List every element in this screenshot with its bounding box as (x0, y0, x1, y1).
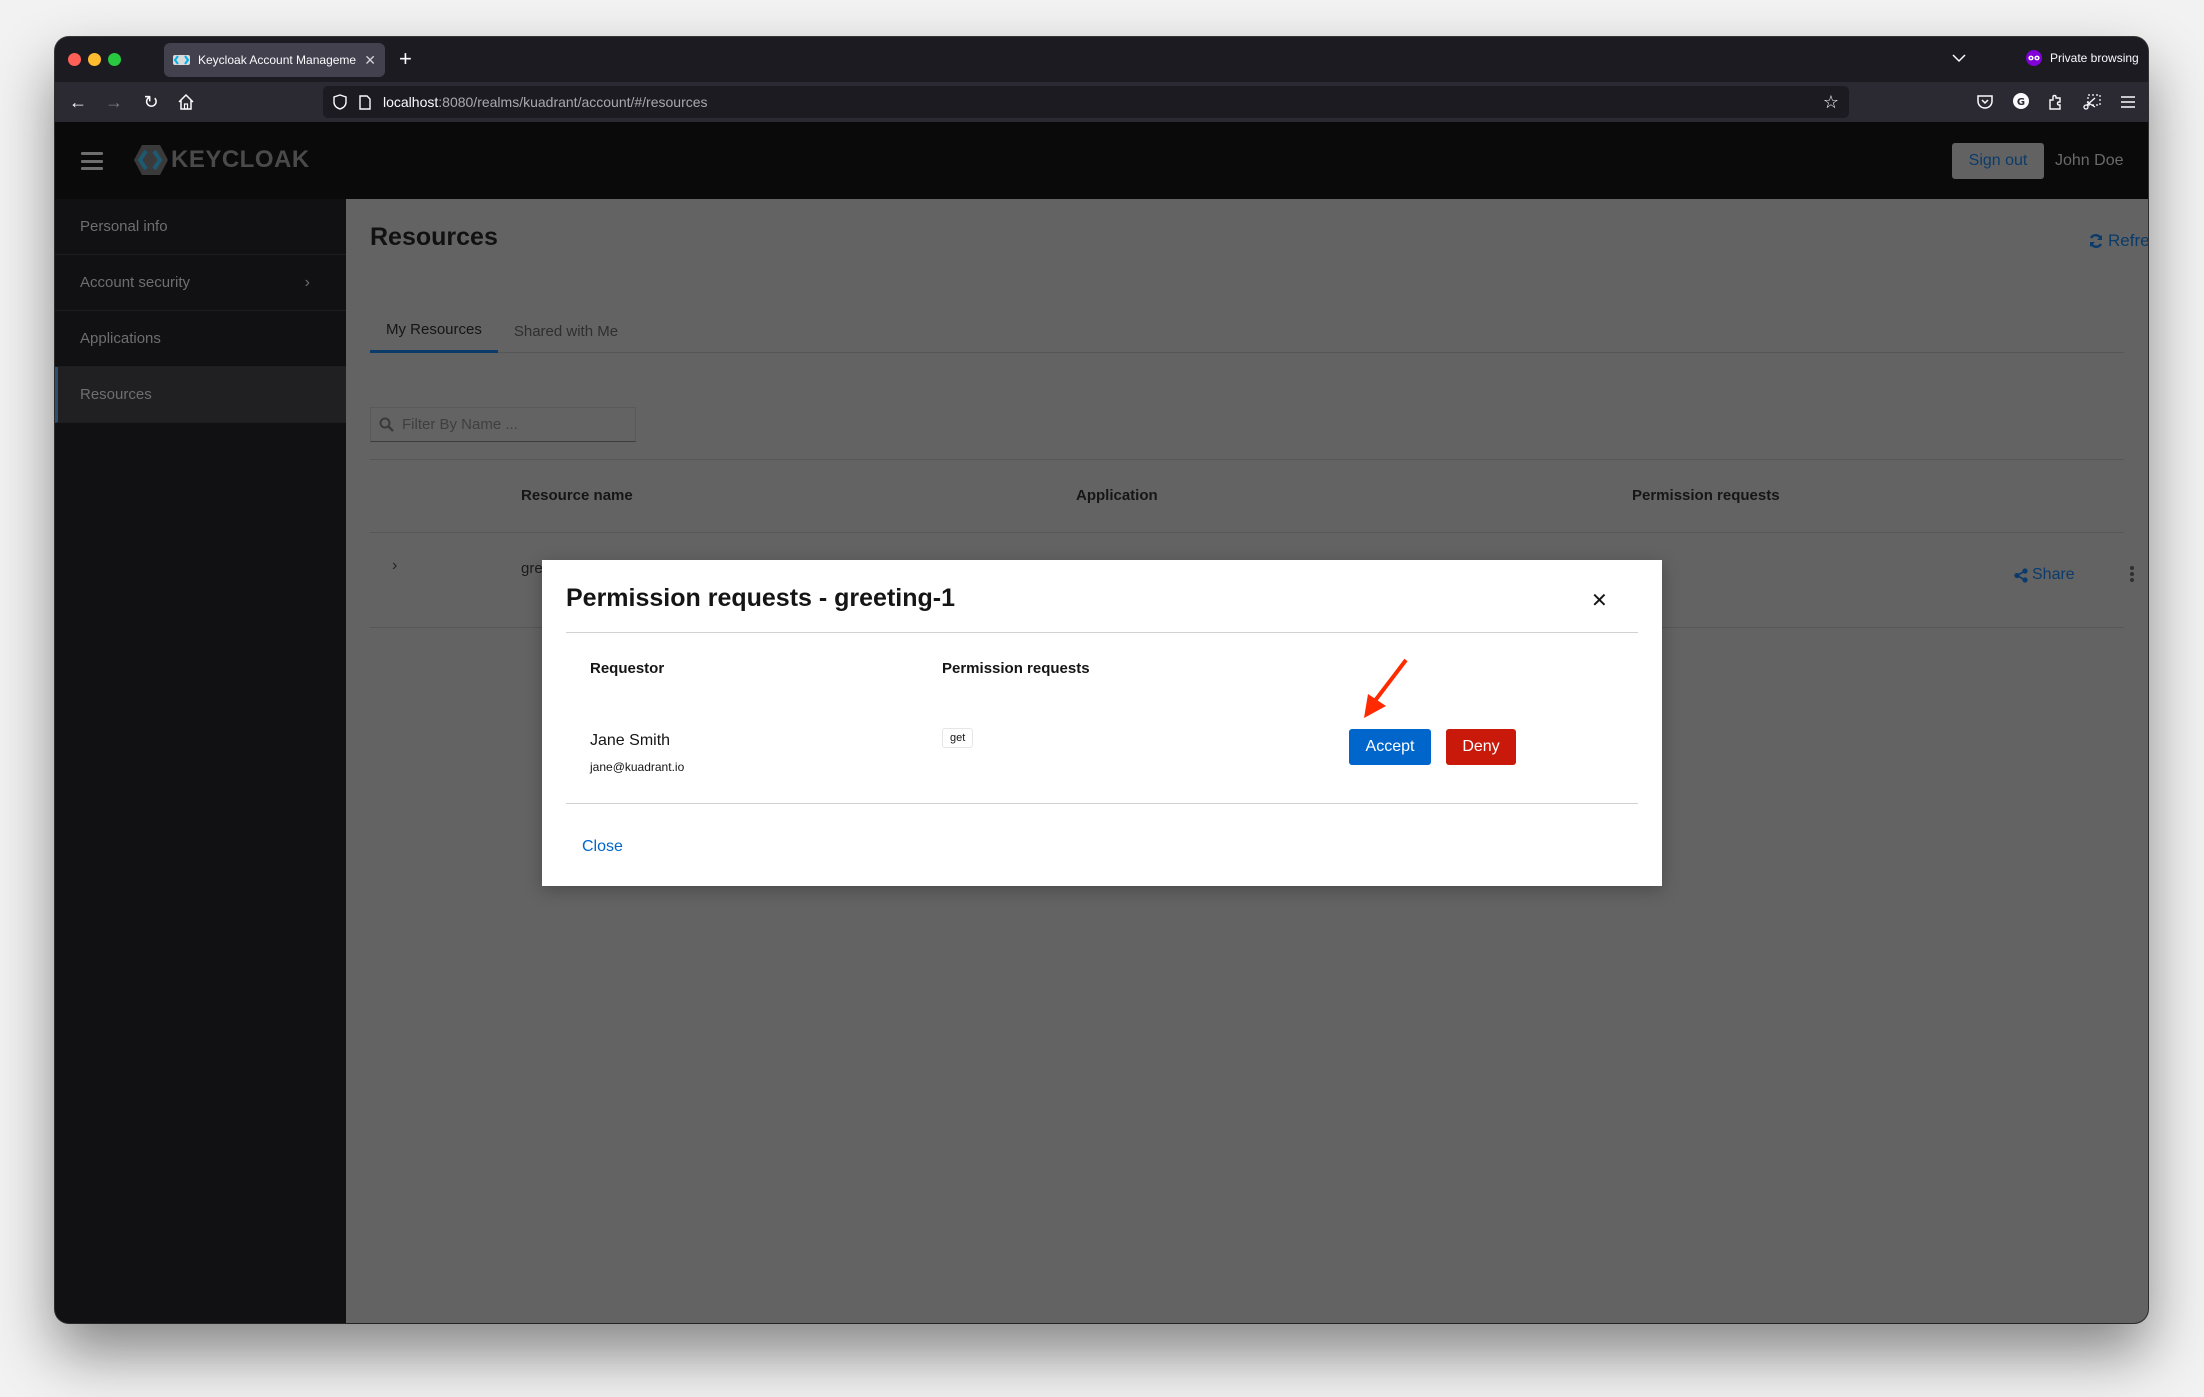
search-icon (379, 417, 394, 432)
menu-icon[interactable] (2118, 92, 2138, 112)
share-label: Share (2032, 566, 2075, 583)
scissors-icon[interactable] (2082, 92, 2102, 112)
sidebar-nav: Personal info Account security › Applica… (55, 199, 346, 1323)
table-divider (370, 459, 2124, 460)
url-path: :8080/realms/kuadrant/account/#/resource… (438, 94, 708, 110)
browser-window: Keycloak Account Management ✕ + Private … (55, 37, 2148, 1323)
refresh-label: Refresh (2108, 231, 2148, 250)
sign-out-button[interactable]: Sign out (1952, 143, 2044, 179)
chevron-down-icon[interactable] (1950, 49, 1968, 67)
filter-placeholder: Filter By Name ... (402, 416, 518, 433)
shield-icon[interactable] (333, 94, 347, 110)
chevron-right-icon: › (304, 273, 310, 291)
permission-requests-modal: Permission requests - greeting-1 ✕ Reque… (542, 560, 1662, 886)
username-label[interactable]: John Doe (2055, 152, 2124, 170)
tab-my-resources[interactable]: My Resources (370, 309, 498, 353)
sidebar-item-personal-info[interactable]: Personal info (55, 199, 346, 255)
hamburger-menu-icon[interactable] (81, 152, 103, 170)
puzzle-icon[interactable] (2046, 92, 2066, 112)
refresh-button[interactable]: Refresh (2088, 231, 2148, 251)
scope-chip: get (942, 728, 974, 748)
pocket-icon[interactable] (1975, 92, 1995, 112)
kebab-menu-icon[interactable] (2127, 564, 2137, 584)
private-browsing-indicator: Private browsing (2026, 50, 2139, 66)
tab-strip: Keycloak Account Management ✕ + Private … (55, 37, 2148, 82)
tab-title: Keycloak Account Management (198, 53, 357, 67)
close-tab-icon[interactable]: ✕ (364, 52, 376, 69)
keycloak-favicon-icon (173, 55, 190, 65)
url-bar[interactable]: localhost:8080/realms/kuadrant/account/#… (323, 86, 1849, 118)
navigation-toolbar: ← → ↻ localhost:8080/realms/kuadrant/acc… (55, 82, 2148, 122)
tab-shared-with-me[interactable]: Shared with Me (498, 309, 634, 353)
annotation-arrow-icon (1364, 658, 1408, 718)
private-browsing-label: Private browsing (2050, 51, 2139, 65)
deny-button[interactable]: Deny (1446, 729, 1516, 765)
table-divider (370, 532, 2124, 533)
close-icon[interactable]: ✕ (1591, 588, 1608, 613)
filter-by-name-input[interactable]: Filter By Name ... (370, 407, 636, 442)
keycloak-logo-text: KEYCLOAK (171, 146, 310, 173)
maximize-window-button[interactable] (108, 53, 121, 66)
url-host: localhost (383, 94, 439, 110)
new-tab-button[interactable]: + (399, 47, 412, 71)
modal-divider (566, 632, 1638, 633)
sidebar-item-account-security[interactable]: Account security › (55, 255, 346, 311)
arrow-left-icon[interactable]: ← (68, 92, 88, 112)
column-header-application: Application (1076, 487, 1158, 504)
sidebar-item-label: Personal info (80, 218, 168, 235)
star-icon[interactable]: ☆ (1823, 92, 1839, 113)
keycloak-logo[interactable]: KEYCLOAK (133, 144, 310, 176)
requestor-name: Jane Smith (590, 732, 671, 749)
column-header-permission-requests: Permission requests (1632, 487, 1780, 504)
home-icon[interactable] (176, 92, 196, 112)
close-window-button[interactable] (68, 53, 81, 66)
sidebar-item-label: Applications (80, 330, 161, 347)
page-icon (359, 94, 371, 110)
sidebar-item-applications[interactable]: Applications (55, 311, 346, 367)
column-header-resource-name: Resource name (521, 487, 633, 504)
svg-text:G: G (2017, 97, 2025, 108)
page-title: Resources (370, 223, 498, 251)
keycloak-logo-icon (134, 145, 168, 175)
expand-row-chevron-icon[interactable]: › (392, 557, 397, 575)
resource-tabs: My Resources Shared with Me (370, 309, 2124, 353)
column-header-permission-requests: Permission requests (942, 660, 1090, 677)
private-mask-icon (2026, 50, 2042, 66)
sidebar-item-label: Resources (80, 386, 152, 403)
sidebar-item-resources[interactable]: Resources (55, 367, 346, 423)
modal-title: Permission requests - greeting-1 (566, 584, 956, 612)
modal-divider (566, 803, 1638, 804)
requestor-email: jane@kuadrant.io (590, 760, 685, 774)
reload-icon[interactable]: ↻ (141, 92, 161, 112)
share-button[interactable]: Share (2014, 566, 2075, 584)
column-header-requestor: Requestor (590, 660, 665, 677)
app-header: KEYCLOAK Sign out John Doe (55, 122, 2148, 199)
arrow-right-icon[interactable]: → (104, 92, 124, 112)
share-icon (2014, 567, 2028, 583)
account-icon[interactable]: G (2011, 92, 2031, 112)
accept-button[interactable]: Accept (1349, 729, 1431, 765)
browser-tab[interactable]: Keycloak Account Management ✕ (164, 43, 385, 77)
minimize-window-button[interactable] (88, 53, 101, 66)
close-button[interactable]: Close (582, 838, 623, 856)
refresh-icon (2089, 234, 2103, 248)
sidebar-item-label: Account security (80, 274, 191, 291)
